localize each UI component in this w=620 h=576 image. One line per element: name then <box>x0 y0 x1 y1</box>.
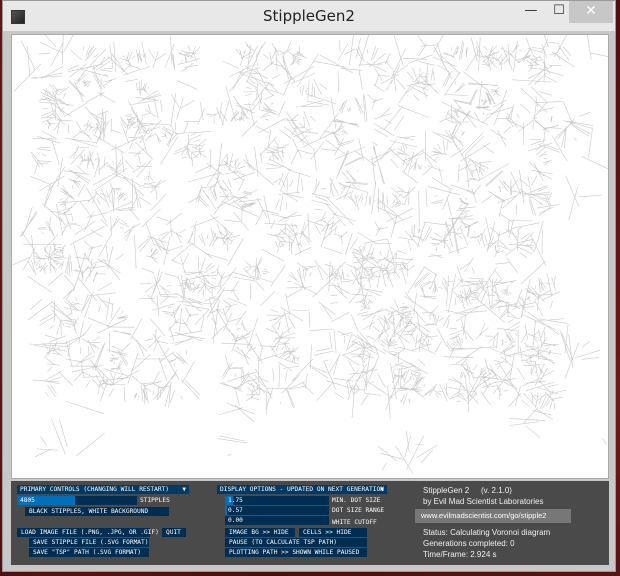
minimize-button[interactable]: — <box>517 1 545 23</box>
dot-size-range-slider[interactable]: 0.57 <box>225 506 329 515</box>
app-version: (v. 2.1.0) <box>481 486 512 495</box>
save-stipple-button[interactable]: SAVE STIPPLE FILE (.SVG FORMAT) <box>29 538 149 547</box>
app-author: by Evil Mad Scientist Laboratories <box>423 497 544 506</box>
white-cutoff-value: 0.00 <box>228 517 243 524</box>
stipples-value: 4805 <box>20 497 35 504</box>
white-cutoff-slider[interactable]: 0.00 <box>225 516 329 525</box>
primary-controls-label: PRIMARY CONTROLS (CHANGING WILL RESTART) <box>20 486 170 493</box>
close-button[interactable]: ✕ <box>569 1 613 23</box>
project-link[interactable]: www.evilmadscientist.com/go/stipple2 <box>415 509 571 523</box>
control-panel: PRIMARY CONTROLS (CHANGING WILL RESTART)… <box>11 481 609 565</box>
chevron-down-icon: ▼ <box>182 486 186 493</box>
display-options-label: DISPLAY OPTIONS - UPDATED ON NEXT GENERA… <box>220 486 384 493</box>
app-window: StippleGen2 — ☐ ✕ PRIMARY CONTROLS (CHAN… <box>2 0 616 572</box>
dot-size-range-value: 0.57 <box>228 507 243 514</box>
status-text: Status: Calculating Voronoi diagram <box>423 528 551 537</box>
cells-toggle[interactable]: CELLS >> HIDE <box>299 528 367 537</box>
quit-button[interactable]: QUIT <box>162 528 186 537</box>
chevron-down-icon: ▼ <box>380 486 384 493</box>
color-mode-button[interactable]: BLACK STIPPLES, WHITE BACKGROUND <box>25 507 169 516</box>
min-dot-size-value: 1.75 <box>228 497 243 504</box>
primary-controls-dropdown[interactable]: PRIMARY CONTROLS (CHANGING WILL RESTART)… <box>17 485 189 494</box>
generations-text: Generations completed: 0 <box>423 539 515 548</box>
title-bar[interactable]: StippleGen2 — ☐ ✕ <box>3 1 615 31</box>
voronoi-edges <box>12 35 608 474</box>
white-cutoff-label: WHITE CUTOFF <box>332 519 377 526</box>
image-bg-toggle[interactable]: IMAGE BG >> HIDE <box>225 528 295 537</box>
voronoi-cells <box>12 35 608 474</box>
stipples-slider[interactable]: 4805 <box>17 496 137 505</box>
dot-size-range-fill <box>225 506 228 515</box>
stipple-canvas[interactable] <box>11 34 609 479</box>
save-tsp-button[interactable]: SAVE "TSP" PATH (.SVG FORMAT) <box>29 548 149 557</box>
min-dot-size-label: MIN. DOT SIZE <box>332 497 381 504</box>
time-frame-text: Time/Frame: 2.924 s <box>423 550 497 559</box>
dot-size-range-label: DOT SIZE RANGE <box>332 507 385 514</box>
min-dot-size-slider[interactable]: 1.75 <box>225 496 329 505</box>
stipples-label: STIPPLES <box>140 497 170 504</box>
pause-button[interactable]: PAUSE (TO CALCULATE TSP PATH) <box>225 538 367 547</box>
app-name: StippleGen 2 <box>423 486 470 495</box>
plotting-path-toggle[interactable]: PLOTTING PATH >> SHOWN WHILE PAUSED <box>225 548 367 557</box>
load-image-button[interactable]: LOAD IMAGE FILE (.PNG, .JPG, OR .GIF) <box>17 528 159 537</box>
project-url: www.evilmadscientist.com/go/stipple2 <box>421 511 547 520</box>
display-options-dropdown[interactable]: DISPLAY OPTIONS - UPDATED ON NEXT GENERA… <box>217 485 387 494</box>
